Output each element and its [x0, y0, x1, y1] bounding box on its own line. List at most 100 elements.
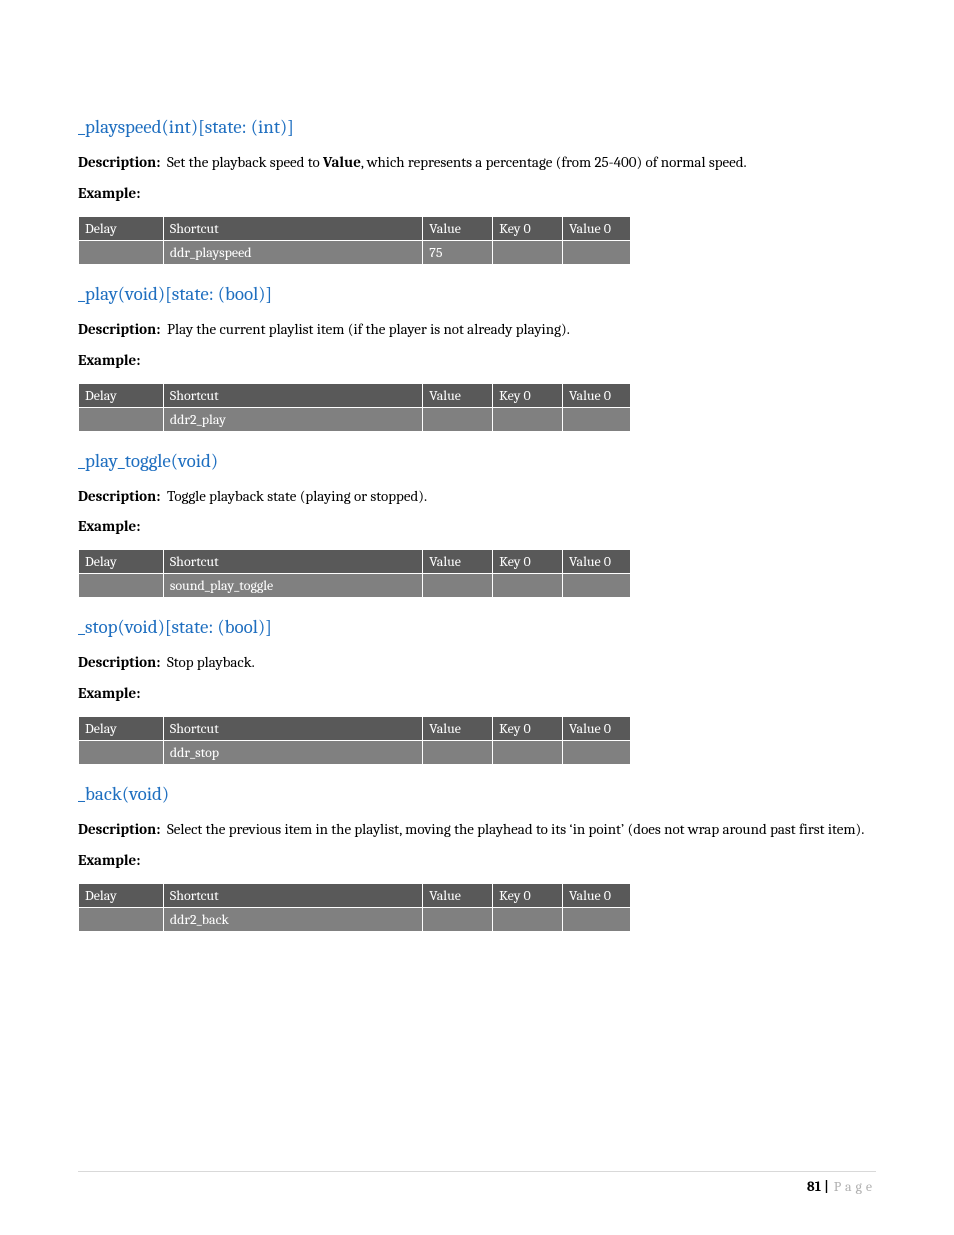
col-value-header: Value: [423, 550, 493, 574]
col-delay-header: Delay: [79, 383, 164, 407]
cell-delay: [79, 741, 164, 765]
col-shortcut-header: Shortcut: [163, 383, 422, 407]
cell-delay: [79, 407, 164, 431]
function-section: _play(void)[state: (bool)] Description: …: [78, 283, 876, 432]
cell-value0: [563, 907, 631, 931]
shortcut-table: Delay Shortcut Value Key 0 Value 0 ddr_p…: [78, 216, 631, 265]
col-key0-header: Key 0: [493, 717, 563, 741]
table-row: ddr_stop: [79, 741, 631, 765]
description-label: Description:: [78, 653, 160, 671]
table-header-row: Delay Shortcut Value Key 0 Value 0: [79, 550, 631, 574]
function-section: _back(void) Description: Select the prev…: [78, 783, 876, 932]
col-delay-header: Delay: [79, 883, 164, 907]
description-text: Description: Set the playback speed to V…: [78, 152, 876, 174]
table-row: sound_play_toggle: [79, 574, 631, 598]
table-row: ddr2_back: [79, 907, 631, 931]
cell-key0: [493, 907, 563, 931]
cell-value: [423, 741, 493, 765]
function-heading: _stop(void)[state: (bool)]: [78, 616, 876, 638]
table-row: ddr2_play: [79, 407, 631, 431]
col-value0-header: Value 0: [563, 383, 631, 407]
cell-value: [423, 574, 493, 598]
col-value0-header: Value 0: [563, 216, 631, 240]
cell-delay: [79, 574, 164, 598]
cell-shortcut: ddr2_back: [163, 907, 422, 931]
page-number: 81 |: [807, 1178, 829, 1195]
cell-key0: [493, 741, 563, 765]
description-label: Description:: [78, 320, 160, 338]
col-delay-header: Delay: [79, 717, 164, 741]
col-shortcut-header: Shortcut: [163, 550, 422, 574]
col-key0-header: Key 0: [493, 383, 563, 407]
cell-key0: [493, 574, 563, 598]
cell-key0: [493, 240, 563, 264]
cell-key0: [493, 407, 563, 431]
cell-shortcut: ddr_playspeed: [163, 240, 422, 264]
function-heading: _play_toggle(void): [78, 450, 876, 472]
function-heading: _play(void)[state: (bool)]: [78, 283, 876, 305]
col-value-header: Value: [423, 383, 493, 407]
page-footer: 81 | Page: [78, 1171, 876, 1195]
col-delay-header: Delay: [79, 216, 164, 240]
cell-value: [423, 907, 493, 931]
cell-value0: [563, 407, 631, 431]
table-header-row: Delay Shortcut Value Key 0 Value 0: [79, 216, 631, 240]
cell-value0: [563, 574, 631, 598]
function-section: _playspeed(int)[state: (int)] Descriptio…: [78, 116, 876, 265]
description-label: Description:: [78, 820, 160, 838]
description-label: Description:: [78, 487, 160, 505]
page-label: Page: [834, 1178, 876, 1195]
shortcut-table: Delay Shortcut Value Key 0 Value 0 ddr2_…: [78, 383, 631, 432]
example-label: Example:: [78, 851, 876, 869]
function-section: _stop(void)[state: (bool)] Description: …: [78, 616, 876, 765]
col-value0-header: Value 0: [563, 550, 631, 574]
col-value-header: Value: [423, 883, 493, 907]
cell-value: [423, 407, 493, 431]
description-post: , which represents a percentage (from 25…: [361, 153, 747, 171]
cell-shortcut: ddr_stop: [163, 741, 422, 765]
col-key0-header: Key 0: [493, 216, 563, 240]
description-bold: Value: [323, 153, 361, 171]
cell-value: 75: [423, 240, 493, 264]
table-header-row: Delay Shortcut Value Key 0 Value 0: [79, 883, 631, 907]
description-label: Description:: [78, 153, 160, 171]
table-row: ddr_playspeed 75: [79, 240, 631, 264]
col-key0-header: Key 0: [493, 550, 563, 574]
description-pre: Select the previous item in the playlist…: [167, 820, 864, 838]
description-pre: Stop playback.: [167, 653, 255, 671]
table-header-row: Delay Shortcut Value Key 0 Value 0: [79, 717, 631, 741]
col-value-header: Value: [423, 717, 493, 741]
col-delay-header: Delay: [79, 550, 164, 574]
col-value0-header: Value 0: [563, 883, 631, 907]
table-header-row: Delay Shortcut Value Key 0 Value 0: [79, 383, 631, 407]
example-label: Example:: [78, 351, 876, 369]
description-text: Description: Play the current playlist i…: [78, 319, 876, 341]
function-heading: _back(void): [78, 783, 876, 805]
example-label: Example:: [78, 184, 876, 202]
description-pre: Play the current playlist item (if the p…: [167, 320, 570, 338]
shortcut-table: Delay Shortcut Value Key 0 Value 0 ddr2_…: [78, 883, 631, 932]
cell-delay: [79, 240, 164, 264]
cell-shortcut: sound_play_toggle: [163, 574, 422, 598]
cell-value0: [563, 741, 631, 765]
cell-value0: [563, 240, 631, 264]
description-text: Description: Select the previous item in…: [78, 819, 876, 841]
col-value-header: Value: [423, 216, 493, 240]
shortcut-table: Delay Shortcut Value Key 0 Value 0 sound…: [78, 549, 631, 598]
function-section: _play_toggle(void) Description: Toggle p…: [78, 450, 876, 599]
col-shortcut-header: Shortcut: [163, 216, 422, 240]
description-text: Description: Toggle playback state (play…: [78, 486, 876, 508]
shortcut-table: Delay Shortcut Value Key 0 Value 0 ddr_s…: [78, 716, 631, 765]
cell-shortcut: ddr2_play: [163, 407, 422, 431]
function-heading: _playspeed(int)[state: (int)]: [78, 116, 876, 138]
col-shortcut-header: Shortcut: [163, 883, 422, 907]
col-key0-header: Key 0: [493, 883, 563, 907]
description-text: Description: Stop playback.: [78, 652, 876, 674]
col-value0-header: Value 0: [563, 717, 631, 741]
description-pre: Toggle playback state (playing or stoppe…: [167, 487, 427, 505]
example-label: Example:: [78, 517, 876, 535]
example-label: Example:: [78, 684, 876, 702]
cell-delay: [79, 907, 164, 931]
description-pre: Set the playback speed to: [167, 153, 323, 171]
col-shortcut-header: Shortcut: [163, 717, 422, 741]
